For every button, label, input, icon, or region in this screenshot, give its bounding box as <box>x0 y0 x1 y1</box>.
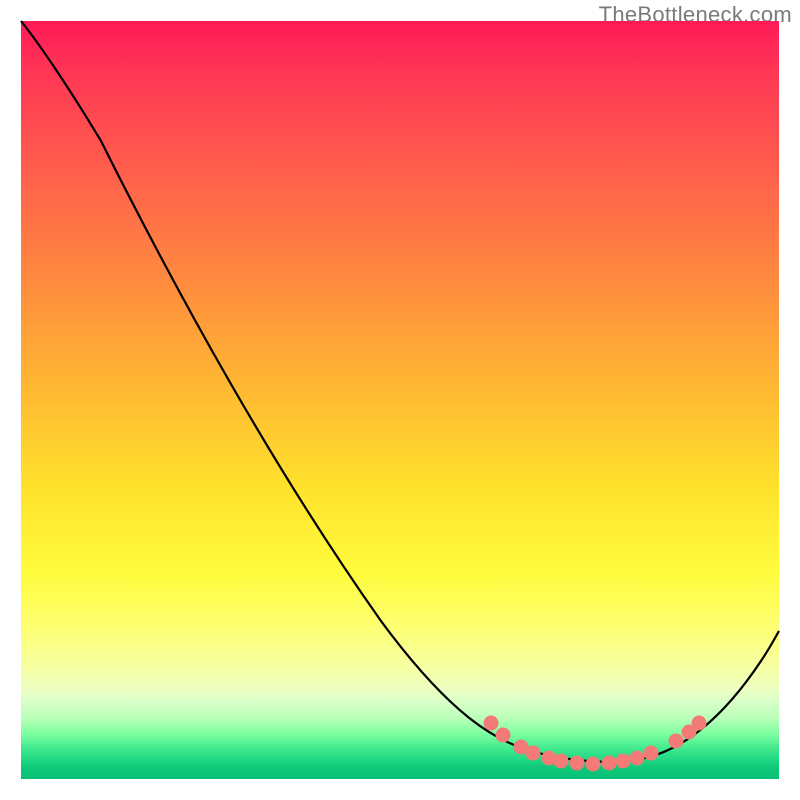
highlight-dot <box>669 734 684 749</box>
highlight-dot <box>496 728 511 743</box>
highlight-dot <box>484 716 499 731</box>
highlight-dot <box>630 751 645 766</box>
highlight-dot <box>526 746 541 761</box>
bottleneck-curve <box>21 21 779 762</box>
plot-area <box>21 21 779 779</box>
highlight-dot <box>570 756 585 771</box>
curve-layer <box>21 21 779 779</box>
highlight-dot <box>586 757 601 772</box>
highlight-dot <box>616 754 631 769</box>
highlight-dot <box>602 756 617 771</box>
chart-frame: TheBottleneck.com <box>0 0 800 800</box>
highlight-dot <box>554 754 569 769</box>
highlight-dot <box>644 746 659 761</box>
dot-group <box>484 716 707 772</box>
highlight-dot <box>692 716 707 731</box>
